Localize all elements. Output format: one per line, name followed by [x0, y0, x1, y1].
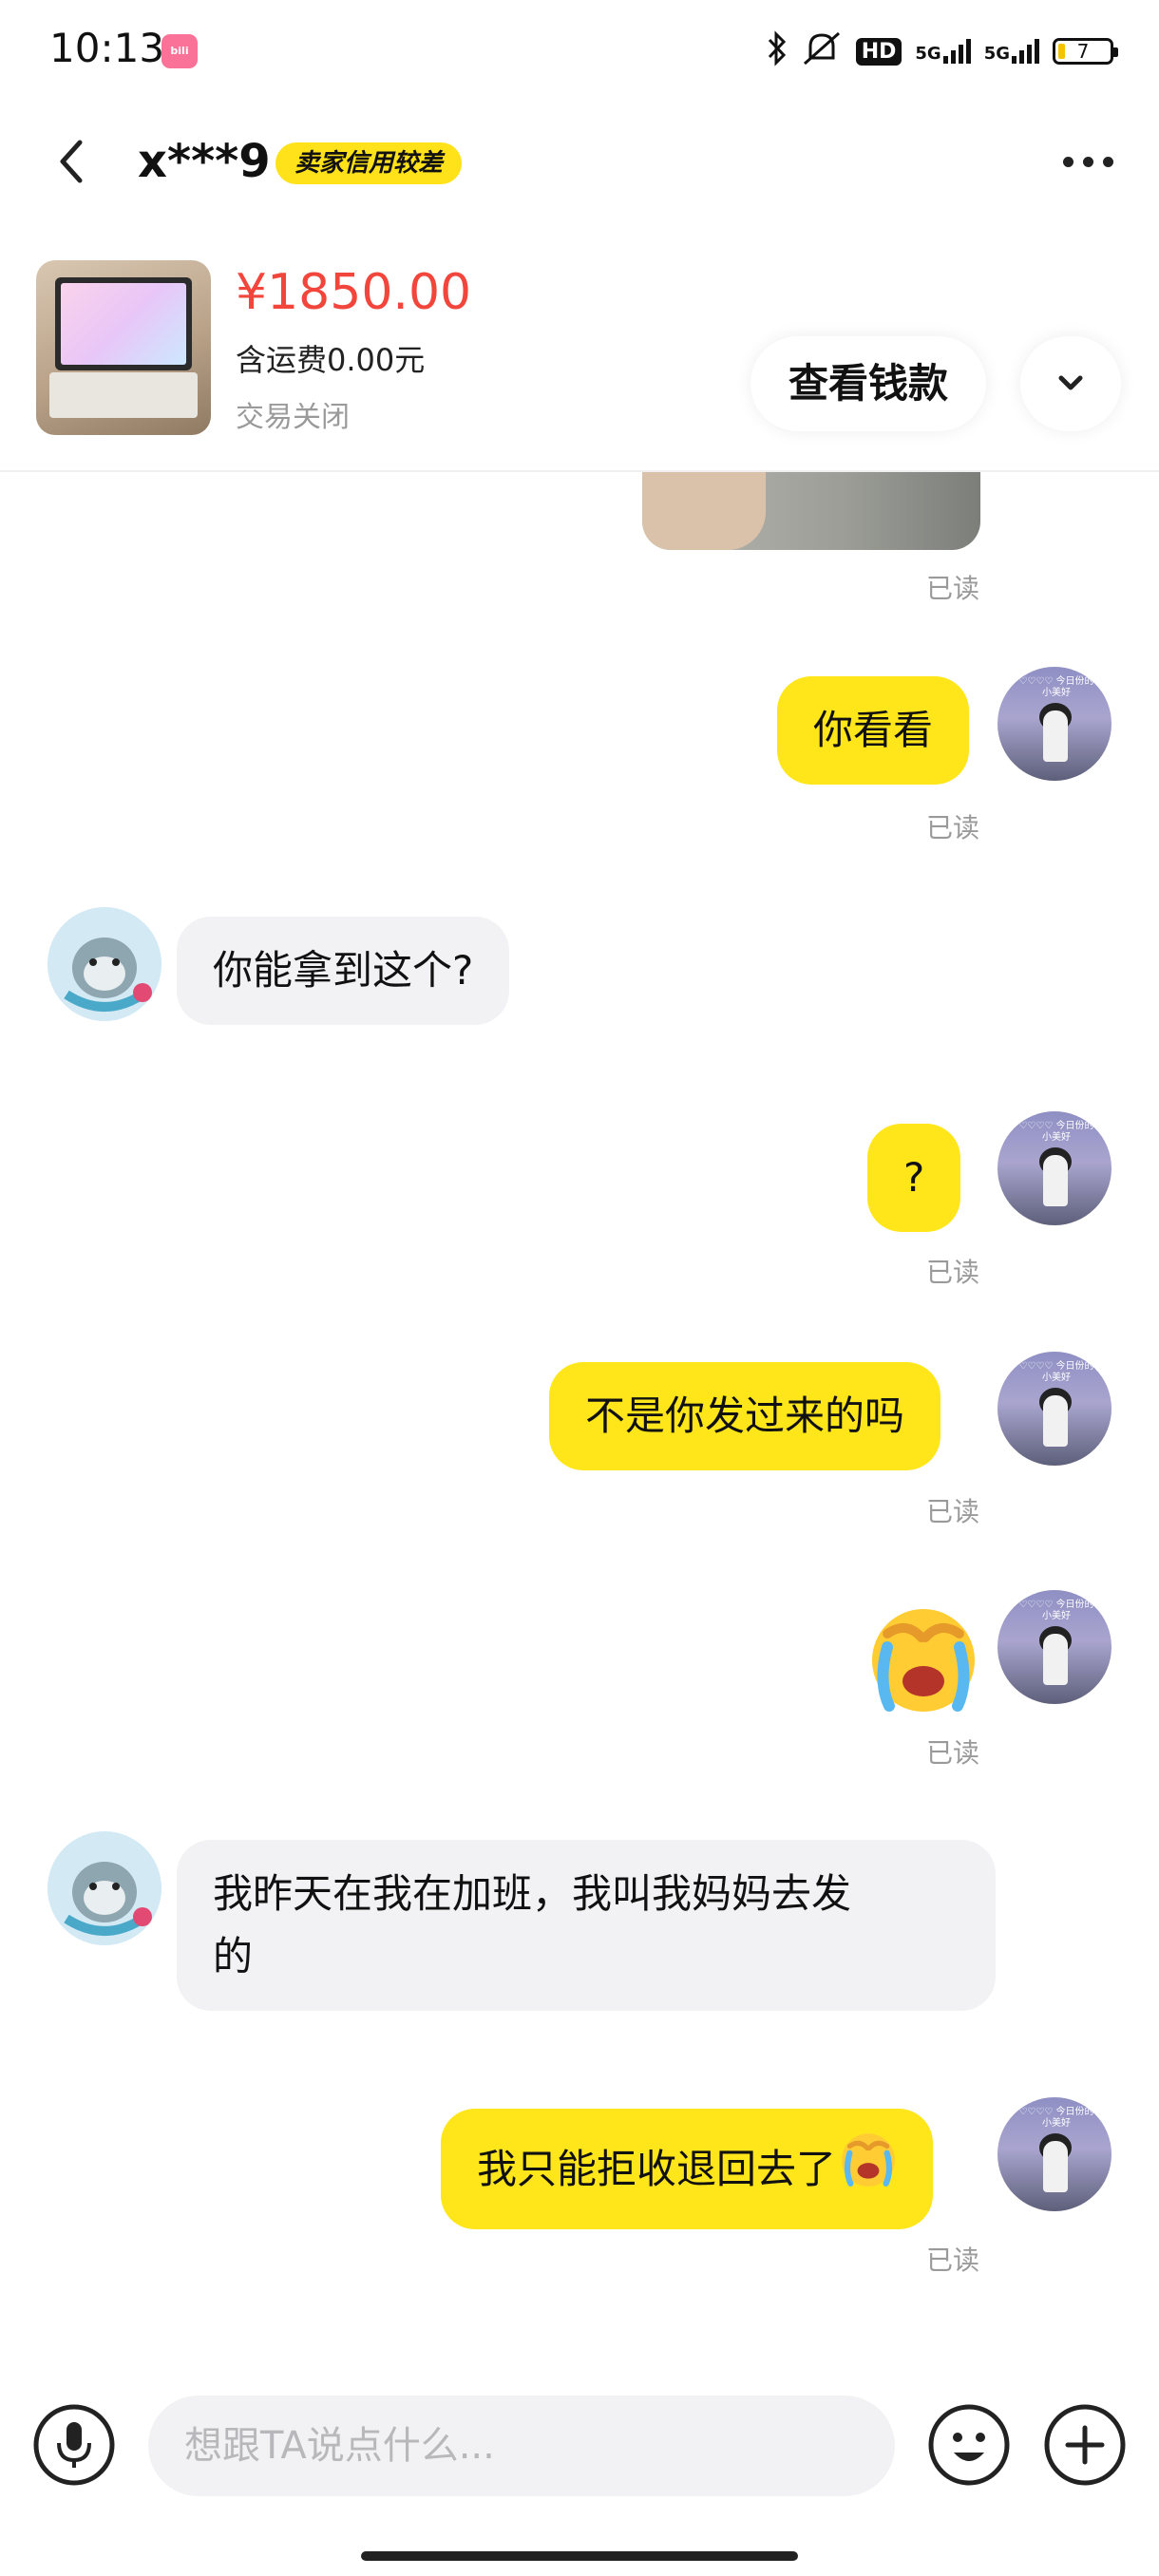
microphone-icon[interactable] [32, 2403, 116, 2487]
product-price: ¥1850.00 [236, 264, 472, 321]
product-thumbnail[interactable] [36, 260, 211, 435]
message-line: 的 [213, 1933, 254, 1979]
status-time: 10:13 [49, 25, 165, 71]
message-bubble-received[interactable]: 你能拿到这个? [177, 917, 510, 1025]
message-bubble-received[interactable]: 我昨天在我在加班，我叫我妈妈去发 的 [177, 1840, 996, 2011]
hd-badge: HD [855, 37, 902, 66]
more-icon[interactable] [1054, 142, 1121, 180]
my-avatar[interactable]: ♡♡♡♡ 今日份的小美好 [998, 1590, 1112, 1704]
product-card[interactable]: ¥1850.00 含运费0.00元 交易关闭 查看钱款 [0, 237, 1159, 472]
read-receipt: 已读 [926, 812, 980, 843]
my-avatar[interactable]: ♡♡♡♡ 今日份的小美好 [998, 1111, 1112, 1225]
my-avatar[interactable]: ♡♡♡♡ 今日份的小美好 [998, 1352, 1112, 1466]
my-avatar[interactable]: ♡♡♡♡ 今日份的小美好 [998, 667, 1112, 781]
message-input[interactable]: 想跟TA说点什么... [148, 2396, 895, 2496]
message-text: 我只能拒收退回去了 [477, 2145, 837, 2192]
my-avatar[interactable]: ♡♡♡♡ 今日份的小美好 [998, 2097, 1112, 2211]
signal-5g-icon-2: 5G [984, 39, 1039, 64]
credit-badge[interactable]: 卖家信用较差 [276, 142, 463, 184]
message-bubble-sent[interactable]: ? [867, 1124, 961, 1232]
emoji-icon[interactable] [927, 2403, 1011, 2487]
read-receipt: 已读 [926, 1257, 980, 1288]
bluetooth-icon [767, 29, 788, 73]
message-line: 我昨天在我在加班，我叫我妈妈去发 [213, 1870, 852, 1917]
read-receipt: 已读 [926, 1737, 980, 1769]
plus-icon[interactable] [1043, 2403, 1127, 2487]
view-funds-button[interactable]: 查看钱款 [750, 336, 987, 431]
bilibili-icon: bili [162, 34, 198, 68]
home-indicator[interactable] [361, 2551, 798, 2561]
message-bubble-sent[interactable]: 不是你发过来的吗 [549, 1362, 941, 1470]
trade-status: 交易关闭 [236, 401, 350, 434]
crying-face-emoji-icon [840, 2131, 897, 2207]
read-receipt: 已读 [926, 1496, 980, 1527]
seller-avatar[interactable] [48, 907, 162, 1021]
seller-avatar[interactable] [48, 1831, 162, 1945]
signal-5g-icon: 5G [915, 39, 971, 64]
back-icon[interactable] [44, 133, 101, 190]
shipping-fee: 含运费0.00元 [236, 342, 426, 378]
battery-icon: 7 [1053, 38, 1118, 65]
mute-icon [801, 29, 843, 74]
chevron-down-icon[interactable] [1020, 336, 1121, 431]
chat-user-name[interactable]: x***9 [138, 133, 271, 190]
message-bubble-sent[interactable]: 你看看 [777, 676, 970, 785]
status-icons: HD 5G 5G 7 [767, 27, 1118, 76]
read-receipt: 已读 [926, 2245, 980, 2276]
read-receipt: 已读 [926, 573, 980, 604]
crying-face-emoji-icon[interactable] [868, 1605, 978, 1715]
message-bubble-sent[interactable]: 我只能拒收退回去了 [441, 2109, 934, 2229]
image-message[interactable] [642, 470, 980, 550]
